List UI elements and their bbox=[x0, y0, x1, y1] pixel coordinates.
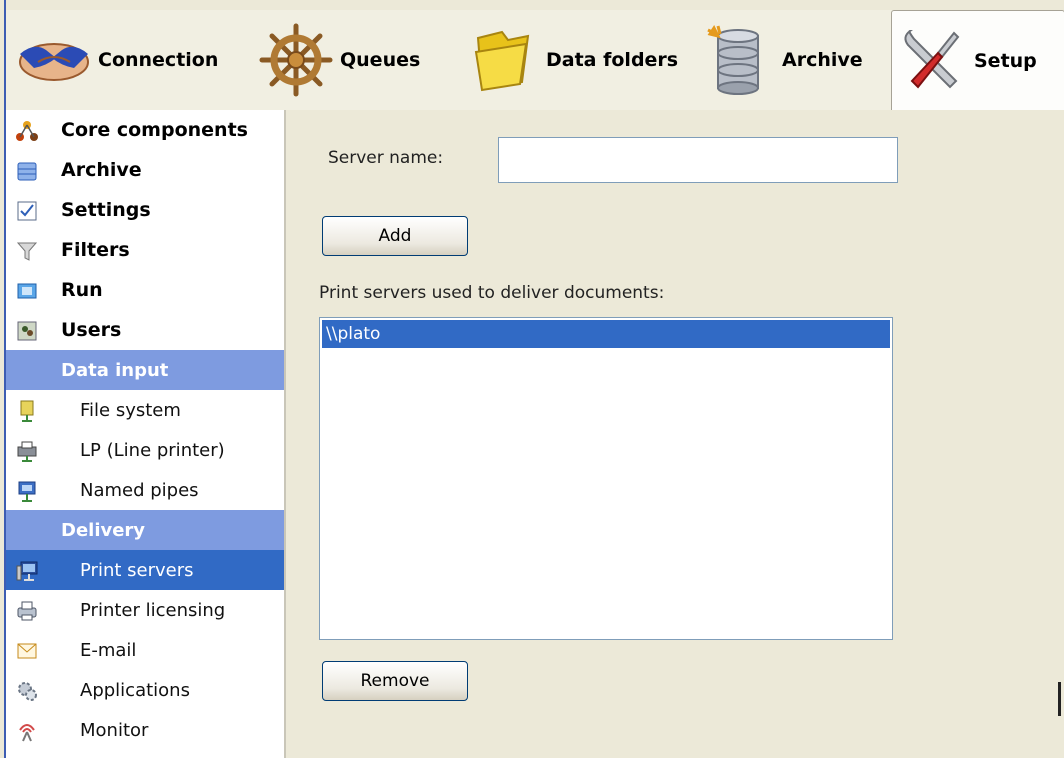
sidebar-item-label: Filters bbox=[61, 239, 130, 261]
printer-icon bbox=[16, 600, 38, 622]
sidebar-item-label: Monitor bbox=[80, 719, 149, 741]
toolbar-connection-button[interactable]: Connection bbox=[16, 10, 256, 110]
gears-icon bbox=[16, 680, 38, 702]
print-servers-panel: Server name: Add Print servers used to d… bbox=[288, 110, 1064, 758]
sidebar-item-archive[interactable]: Archive bbox=[6, 150, 284, 190]
toolbar-label: Data folders bbox=[546, 49, 679, 71]
sidebar-item-line-printer[interactable]: LP (Line printer) bbox=[6, 430, 284, 470]
funnel-icon bbox=[16, 240, 38, 262]
resize-grip bbox=[1058, 682, 1061, 716]
envelope-icon bbox=[16, 640, 38, 662]
sidebar-item-monitor[interactable]: Monitor bbox=[6, 710, 284, 750]
remove-button[interactable]: Remove bbox=[322, 661, 468, 701]
sidebar-item-file-system[interactable]: File system bbox=[6, 390, 284, 430]
toolbar-label: Archive bbox=[782, 49, 863, 71]
sidebar-item-users[interactable]: Users bbox=[6, 310, 284, 350]
section-header-data-input: Data input bbox=[6, 350, 284, 390]
sidebar-item-run[interactable]: Run bbox=[6, 270, 284, 310]
toolbar-data-folders-button[interactable]: Data folders bbox=[464, 10, 688, 110]
sidebar-item-label: Archive bbox=[61, 159, 142, 181]
sidebar-item-applications[interactable]: Applications bbox=[6, 670, 284, 710]
users-icon bbox=[16, 320, 38, 342]
server-name-input[interactable] bbox=[498, 137, 898, 183]
handshake-icon bbox=[16, 22, 92, 98]
toolbar-label: Connection bbox=[98, 49, 219, 71]
print-servers-list-label: Print servers used to deliver documents: bbox=[319, 283, 665, 303]
ship-wheel-icon bbox=[258, 22, 334, 98]
sidebar-item-label: Print servers bbox=[80, 559, 194, 581]
database-icon bbox=[700, 22, 776, 98]
toolbar-setup-button[interactable]: Setup bbox=[891, 10, 1064, 110]
components-icon bbox=[16, 120, 38, 142]
sidebar-item-label: Named pipes bbox=[80, 479, 199, 501]
sidebar-item-email[interactable]: E-mail bbox=[6, 630, 284, 670]
main-toolbar: Connection Queues Data folders Archive S… bbox=[6, 10, 1064, 110]
sidebar-item-label: File system bbox=[80, 399, 181, 421]
add-button[interactable]: Add bbox=[322, 216, 468, 256]
sidebar-item-printer-licensing[interactable]: Printer licensing bbox=[6, 590, 284, 630]
sidebar-item-label: Users bbox=[61, 319, 122, 341]
sidebar-item-label: Run bbox=[61, 279, 103, 301]
sidebar-item-label: Core components bbox=[61, 119, 248, 141]
sidebar-item-label: LP (Line printer) bbox=[80, 439, 225, 461]
checkbox-icon bbox=[16, 200, 38, 222]
sidebar-item-core-components[interactable]: Core components bbox=[6, 110, 284, 150]
server-name-label: Server name: bbox=[328, 148, 444, 168]
toolbar-queues-button[interactable]: Queues bbox=[258, 10, 448, 110]
sidebar-item-filters[interactable]: Filters bbox=[6, 230, 284, 270]
toolbar-label: Setup bbox=[974, 49, 1037, 72]
print-servers-list[interactable]: \\plato bbox=[319, 317, 893, 640]
sidebar-item-label: E-mail bbox=[80, 639, 137, 661]
tools-icon bbox=[892, 23, 968, 99]
database-icon bbox=[16, 160, 38, 182]
sidebar-item-settings[interactable]: Settings bbox=[6, 190, 284, 230]
named-pipes-icon bbox=[16, 480, 38, 502]
print-server-icon bbox=[16, 560, 38, 582]
list-item[interactable]: \\plato bbox=[322, 320, 890, 348]
sidebar: Core components Archive Settings Filters… bbox=[6, 110, 286, 758]
monitor-icon bbox=[16, 720, 38, 742]
line-printer-icon bbox=[16, 440, 38, 462]
toolbar-label: Queues bbox=[340, 49, 421, 71]
run-icon bbox=[16, 280, 38, 302]
section-header-delivery: Delivery bbox=[6, 510, 284, 550]
toolbar-archive-button[interactable]: Archive bbox=[700, 10, 880, 110]
sidebar-item-named-pipes[interactable]: Named pipes bbox=[6, 470, 284, 510]
sidebar-item-label: Printer licensing bbox=[80, 599, 226, 621]
file-system-icon bbox=[16, 400, 38, 422]
folder-icon bbox=[464, 22, 540, 98]
sidebar-item-print-servers[interactable]: Print servers bbox=[6, 550, 284, 590]
sidebar-item-label: Applications bbox=[80, 679, 190, 701]
sidebar-item-label: Settings bbox=[61, 199, 151, 221]
